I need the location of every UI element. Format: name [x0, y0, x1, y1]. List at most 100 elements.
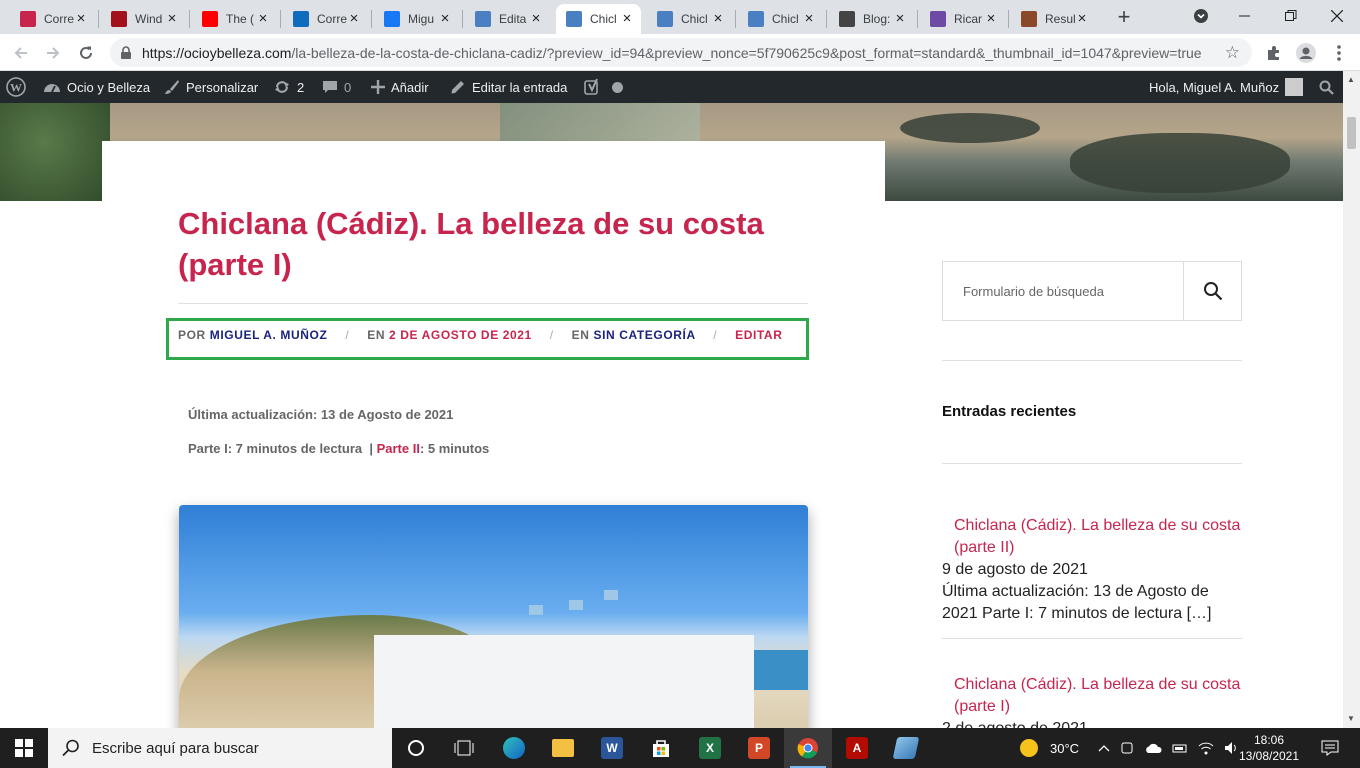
chrome-menu-button[interactable]	[1326, 40, 1352, 66]
browser-tab[interactable]: Corre ×	[10, 4, 95, 34]
updates-icon	[275, 81, 289, 93]
wp-add-new-label: Añadir	[391, 79, 429, 95]
edit-link[interactable]: EDITAR	[735, 328, 782, 342]
recent-post-link[interactable]: Chiclana (Cádiz). La belleza de su costa…	[942, 674, 1242, 718]
tab-close-icon[interactable]: ×	[528, 11, 544, 27]
tab-close-icon[interactable]: ×	[73, 11, 89, 27]
search-input[interactable]	[943, 262, 1183, 320]
browser-tab[interactable]: Ricar ×	[920, 4, 1005, 34]
dashboard-icon	[44, 84, 60, 93]
tab-close-icon[interactable]: ×	[164, 11, 180, 27]
wp-seo-button[interactable]	[584, 71, 623, 103]
minimize-button[interactable]	[1222, 0, 1268, 32]
browser-tab[interactable]: Migu ×	[374, 4, 459, 34]
wp-my-account[interactable]: Hola, Miguel A. Muñoz	[1149, 71, 1304, 103]
browser-tab[interactable]: Edita ×	[465, 4, 550, 34]
wp-customize[interactable]: Personalizar	[164, 71, 258, 103]
powerpoint-button[interactable]: P	[735, 728, 783, 768]
wifi-icon[interactable]	[1198, 741, 1214, 755]
taskbar-clock[interactable]: 18:06 13/08/2021	[1238, 732, 1300, 764]
browser-tab-strip: Corre × Wind × The (× Corre × Migu × Edita × Chicl ×…	[0, 0, 1360, 34]
tab-search-button[interactable]	[1178, 0, 1224, 32]
chevron-up-icon[interactable]	[1098, 743, 1110, 753]
back-button[interactable]	[8, 40, 34, 66]
tab-close-icon[interactable]: ×	[346, 11, 362, 27]
taskbar-search-input[interactable]	[92, 739, 372, 757]
wp-site-name[interactable]: Ocio y Belleza	[43, 71, 150, 103]
wp-add-new[interactable]: Añadir	[371, 71, 429, 103]
url-bar[interactable]: https://ocioybelleza.com/la-belleza-de-l…	[110, 38, 1252, 67]
sun-icon	[1020, 739, 1038, 757]
tab-close-icon[interactable]: ×	[892, 11, 908, 27]
wp-customize-label: Personalizar	[186, 79, 259, 95]
restore-button[interactable]	[1268, 0, 1314, 32]
file-explorer-icon	[552, 739, 574, 757]
scrollbar-thumb[interactable]	[1347, 117, 1356, 149]
excel-button[interactable]: X	[686, 728, 734, 768]
edge-button[interactable]	[490, 728, 538, 768]
browser-tab[interactable]: Resul ×	[1011, 4, 1096, 34]
store-icon	[653, 740, 669, 757]
author-link[interactable]: MIGUEL A. MUÑOZ	[210, 328, 328, 342]
reload-button[interactable]	[73, 40, 99, 66]
wp-updates[interactable]: 2	[273, 71, 304, 103]
acrobat-button[interactable]: A	[833, 728, 881, 768]
start-button[interactable]	[0, 728, 48, 768]
tab-close-icon[interactable]: ×	[983, 11, 999, 27]
task-view-button[interactable]	[440, 728, 488, 768]
tab-close-icon[interactable]: ×	[710, 11, 726, 27]
cortana-icon	[408, 740, 424, 756]
date-link[interactable]: 2 DE AGOSTO DE 2021	[389, 328, 532, 342]
scroll-down-icon[interactable]: ▼	[1347, 714, 1355, 723]
reload-icon	[80, 46, 92, 59]
wp-search-button[interactable]	[1319, 71, 1334, 103]
browser-tab[interactable]: Chicl ×	[647, 4, 732, 34]
recent-post-date: 9 de agosto de 2021	[942, 561, 1088, 578]
notepad-button[interactable]	[882, 728, 930, 768]
browser-tab[interactable]: Blog: ×	[829, 4, 914, 34]
wp-greeting: Hola, Miguel A. Muñoz	[1149, 79, 1280, 95]
notifications-button[interactable]	[1306, 728, 1354, 768]
browser-tab[interactable]: Chicl ×	[556, 4, 641, 34]
forward-button[interactable]	[40, 40, 66, 66]
weather-widget[interactable]: 30°C	[1020, 728, 1079, 768]
taskbar-search-box[interactable]	[48, 728, 392, 768]
wp-edit-post[interactable]: Editar la entrada	[450, 71, 567, 103]
chrome-button[interactable]	[784, 728, 832, 768]
battery-icon[interactable]	[1172, 742, 1188, 754]
recent-post-link[interactable]: Chiclana (Cádiz). La belleza de su costa…	[942, 515, 1242, 559]
browser-tab[interactable]: The (×	[192, 4, 277, 34]
browser-tab[interactable]: Chicl ×	[738, 4, 823, 34]
tab-close-icon[interactable]: ×	[255, 11, 271, 27]
file-explorer-button[interactable]	[539, 728, 587, 768]
tab-close-icon[interactable]: ×	[1074, 11, 1090, 27]
onedrive-icon[interactable]	[1144, 742, 1162, 754]
outlook-favicon-icon	[293, 11, 309, 27]
meta-separator: /	[713, 328, 718, 342]
tab-separator	[189, 10, 190, 28]
new-tab-button[interactable]: +	[1112, 6, 1136, 30]
meet-now-icon[interactable]	[1120, 741, 1134, 755]
tab-close-icon[interactable]: ×	[619, 11, 635, 27]
page-scrollbar[interactable]: ▲ ▼	[1343, 71, 1360, 728]
extensions-button[interactable]	[1261, 40, 1287, 66]
browser-tab-label: Ricar	[954, 12, 983, 26]
profile-button[interactable]	[1293, 40, 1319, 66]
wp-logo-button[interactable]: W	[6, 71, 26, 103]
word-button[interactable]: W	[588, 728, 636, 768]
lock-icon[interactable]	[120, 46, 132, 60]
browser-tab[interactable]: Corre ×	[283, 4, 368, 34]
wp-comments[interactable]: 0	[322, 71, 351, 103]
scroll-up-icon[interactable]: ▲	[1347, 75, 1355, 84]
browser-tab[interactable]: Wind ×	[101, 4, 186, 34]
tab-close-icon[interactable]: ×	[437, 11, 453, 27]
bookmark-star-icon[interactable]: ☆	[1225, 43, 1240, 63]
store-button[interactable]	[637, 728, 685, 768]
pencil-icon	[451, 81, 464, 94]
tab-close-icon[interactable]: ×	[801, 11, 817, 27]
search-submit-button[interactable]	[1183, 262, 1241, 320]
category-link[interactable]: SIN CATEGORÍA	[593, 328, 695, 342]
cortana-button[interactable]	[392, 728, 440, 768]
close-window-button[interactable]	[1314, 0, 1360, 32]
part2-link[interactable]: Parte II	[377, 441, 420, 456]
